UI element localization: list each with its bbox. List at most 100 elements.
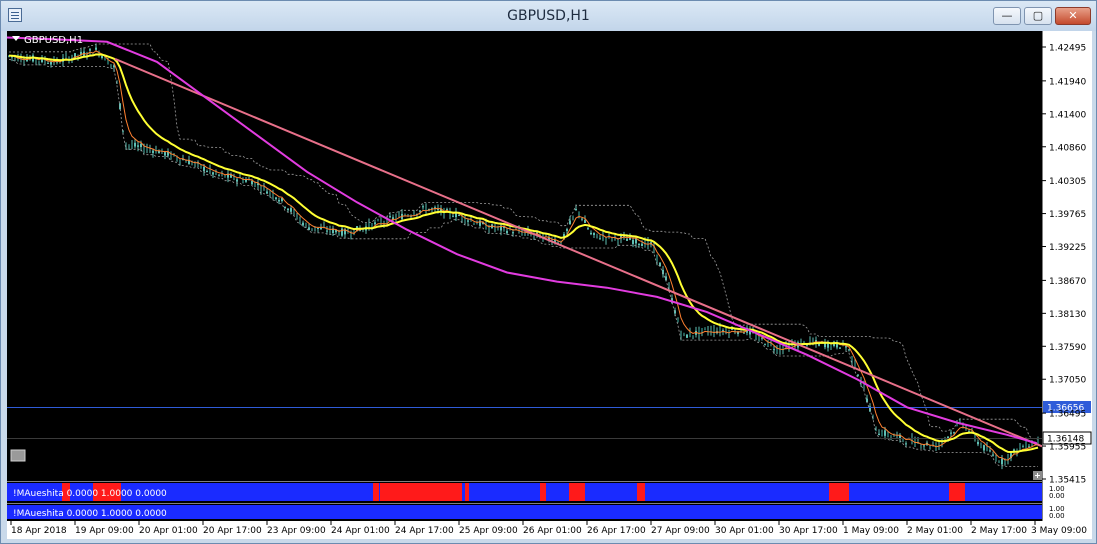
candle-body xyxy=(950,432,952,434)
price-tick-label: 1.38670 xyxy=(1049,277,1086,287)
candle-body xyxy=(878,433,880,436)
candle-body xyxy=(467,220,469,222)
candle-body xyxy=(290,208,292,212)
candle-body xyxy=(884,430,886,436)
candle-body xyxy=(47,62,49,64)
candle-body xyxy=(590,232,592,235)
candle-body xyxy=(275,197,277,200)
candle-body xyxy=(977,441,979,445)
candle-body xyxy=(317,228,319,230)
indicator-1-red-segment xyxy=(569,483,585,501)
candle-body xyxy=(152,150,154,153)
candle-body xyxy=(110,64,112,66)
candle-body xyxy=(422,206,424,208)
indicator-label-2: !MAueshita 0.0000 1.0000 0.0000 xyxy=(13,509,167,519)
candle-body xyxy=(980,444,982,447)
candle-body xyxy=(956,423,958,426)
candle-body xyxy=(584,220,586,223)
candle-body xyxy=(641,243,643,247)
terminal-window: GBPUSD,H1 — ▢ ✕ GBPUSD,H1 1.36656 1.3614… xyxy=(0,0,1097,544)
time-tick-label: 18 Apr 2018 xyxy=(11,526,67,536)
candle-body xyxy=(905,443,907,445)
price-tick-label: 1.37050 xyxy=(1049,376,1086,386)
window-titlebar[interactable]: GBPUSD,H1 — ▢ ✕ xyxy=(1,1,1096,31)
indicator-1-red-segment xyxy=(949,483,965,501)
time-tick-label: 27 Apr 09:00 xyxy=(651,526,710,536)
candle-body xyxy=(692,335,694,337)
minimize-button[interactable]: — xyxy=(993,7,1021,25)
candle-body xyxy=(23,60,25,62)
candle-body xyxy=(677,319,679,323)
candle-body xyxy=(107,60,109,64)
candle-body xyxy=(1019,445,1021,448)
price-tick-label: 1.42495 xyxy=(1049,44,1086,54)
candle-body xyxy=(245,179,247,182)
candle-body xyxy=(614,235,616,238)
candle-body xyxy=(572,215,574,217)
time-tick-label: 30 Apr 17:00 xyxy=(779,526,838,536)
candle-body xyxy=(65,56,67,58)
candle-body xyxy=(149,149,151,151)
maximize-button[interactable]: ▢ xyxy=(1024,7,1052,25)
candle-body xyxy=(206,171,208,173)
candle-body xyxy=(278,200,280,202)
main-chart-area[interactable] xyxy=(7,31,1042,481)
time-tick-label: 20 Apr 01:00 xyxy=(139,526,198,536)
candle-body xyxy=(605,237,607,241)
price-tick-label: 1.41940 xyxy=(1049,77,1086,87)
price-chart[interactable]: GBPUSD,H1 1.36656 1.36148 1.424951.41940… xyxy=(7,31,1092,539)
time-tick-label: 24 Apr 01:00 xyxy=(331,526,390,536)
candle-body xyxy=(341,228,343,236)
indicator-1-red-segment xyxy=(465,483,469,501)
candle-body xyxy=(809,339,811,342)
close-button[interactable]: ✕ xyxy=(1055,7,1091,25)
price-tick-label: 1.40860 xyxy=(1049,143,1086,153)
time-tick-label: 19 Apr 09:00 xyxy=(75,526,134,536)
candle-body xyxy=(599,238,601,240)
candle-body xyxy=(260,188,262,191)
candle-body xyxy=(236,179,238,182)
candle-body xyxy=(293,210,295,213)
price-tick-label: 1.40305 xyxy=(1049,177,1086,187)
candle-body xyxy=(308,227,310,230)
symbol-label: GBPUSD,H1 xyxy=(24,35,83,46)
candle-body xyxy=(611,237,613,240)
candle-body xyxy=(587,228,589,230)
candle-body xyxy=(638,243,640,245)
candle-body xyxy=(998,461,1000,463)
time-tick-label: 2 May 17:00 xyxy=(971,526,1027,536)
candle-body xyxy=(128,144,130,146)
candle-body xyxy=(452,215,454,217)
candle-body xyxy=(458,215,460,217)
candle-body xyxy=(764,344,766,346)
candle-body xyxy=(50,61,52,65)
candle-body xyxy=(419,210,421,212)
candle-body xyxy=(212,172,214,175)
candle-body xyxy=(920,446,922,448)
candle-body xyxy=(326,230,328,232)
candle-body xyxy=(626,238,628,241)
candle-body xyxy=(476,223,478,225)
candle-body xyxy=(593,232,595,235)
candle-body xyxy=(338,232,340,235)
candle-body xyxy=(686,334,688,338)
candle-body xyxy=(203,166,205,172)
candle-body xyxy=(38,60,40,62)
time-tick-label: 23 Apr 09:00 xyxy=(267,526,326,536)
candle-body xyxy=(983,445,985,451)
time-tick-label: 1 May 09:00 xyxy=(843,526,899,536)
candle-body xyxy=(296,216,298,219)
candle-body xyxy=(989,450,991,452)
candle-body xyxy=(902,439,904,441)
candle-body xyxy=(512,232,514,234)
candle-body xyxy=(143,148,145,152)
candle-body xyxy=(698,328,700,336)
candle-body xyxy=(251,181,253,185)
scroll-box-icon[interactable] xyxy=(10,449,26,462)
indicator-label-1: !MAueshita 0.0000 1.0000 0.0000 xyxy=(13,489,167,499)
candle-body xyxy=(377,219,379,221)
candle-body xyxy=(881,432,883,436)
candle-body xyxy=(1001,458,1003,465)
candle-body xyxy=(179,159,181,162)
candle-body xyxy=(683,333,685,335)
